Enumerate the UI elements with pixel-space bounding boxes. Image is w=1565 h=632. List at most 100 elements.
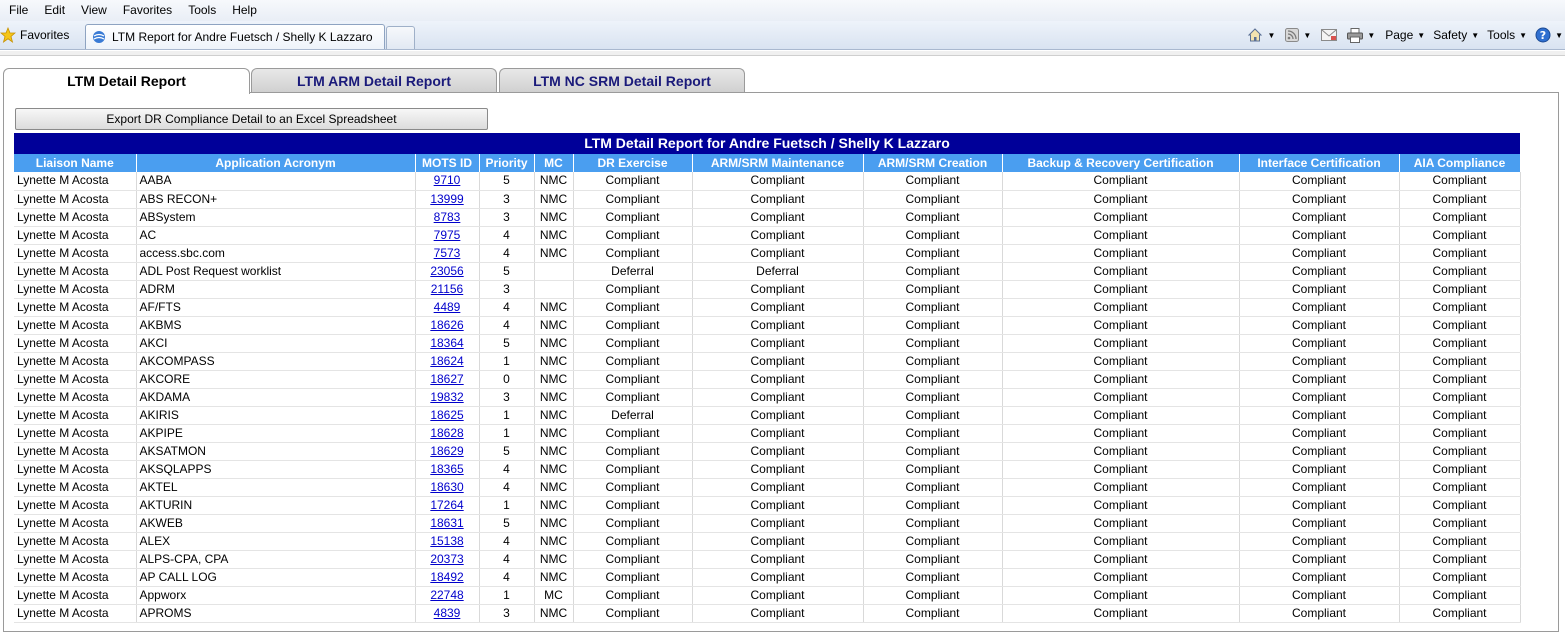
- mots-id-link[interactable]: 8783: [434, 210, 461, 224]
- cell-arm-srm-creation: Compliant: [863, 262, 1003, 281]
- table-row: Lynette M Acosta AKBMS 18626 4 NMC Compliant C…: [14, 316, 1521, 335]
- mots-id-link[interactable]: 18364: [430, 336, 463, 350]
- menu-tools[interactable]: Tools: [180, 0, 224, 21]
- cell-mc: [534, 262, 574, 281]
- cell-mc: NMC: [534, 460, 574, 479]
- mots-id-link[interactable]: 23056: [430, 264, 463, 278]
- menu-file[interactable]: File: [0, 0, 36, 21]
- mots-id-link[interactable]: 19832: [430, 390, 463, 404]
- column-header-backup-recovery-certification[interactable]: Backup & Recovery Certification: [1002, 154, 1240, 172]
- menu-help[interactable]: Help: [224, 0, 265, 21]
- cell-interface-certification: Compliant: [1239, 424, 1400, 443]
- tools-menu-button[interactable]: Tools ▼: [1487, 28, 1527, 42]
- mots-id-link[interactable]: 15138: [430, 534, 463, 548]
- new-tab-button[interactable]: [386, 26, 415, 49]
- mots-id-link[interactable]: 18492: [430, 570, 463, 584]
- table-row: Lynette M Acosta AC 7975 4 NMC Compliant Compl…: [14, 226, 1521, 245]
- cell-backup-recovery-certification: Compliant: [1002, 604, 1240, 623]
- home-button[interactable]: ▼: [1247, 27, 1275, 43]
- tab-ltm-nc-srm-detail-report[interactable]: LTM NC SRM Detail Report: [499, 68, 745, 93]
- menu-favorites[interactable]: Favorites: [115, 0, 180, 21]
- mots-id-link[interactable]: 18626: [430, 318, 463, 332]
- chevron-down-icon[interactable]: ▼: [1303, 31, 1311, 40]
- cell-arm-srm-creation: Compliant: [863, 568, 1003, 587]
- mots-id-link[interactable]: 18624: [430, 354, 463, 368]
- read-mail-button[interactable]: [1321, 29, 1338, 41]
- cell-liaison-name: Lynette M Acosta: [14, 604, 137, 623]
- safety-menu-button[interactable]: Safety ▼: [1433, 28, 1479, 42]
- column-header-aia-compliance[interactable]: AIA Compliance: [1399, 154, 1521, 172]
- cell-application-acronym: AKBMS: [136, 316, 416, 335]
- print-button[interactable]: ▼: [1347, 27, 1375, 43]
- help-button[interactable]: ? ▼: [1535, 27, 1563, 43]
- mots-id-link[interactable]: 18625: [430, 408, 463, 422]
- menu-view[interactable]: View: [73, 0, 115, 21]
- cell-interface-certification: Compliant: [1239, 244, 1400, 263]
- mots-id-link[interactable]: 4839: [434, 606, 461, 620]
- mots-id-link[interactable]: 7975: [434, 228, 461, 242]
- mots-id-link[interactable]: 18629: [430, 444, 463, 458]
- cell-priority: 1: [479, 586, 535, 605]
- favorites-button[interactable]: Favorites: [0, 26, 69, 44]
- feeds-button[interactable]: ▼: [1285, 28, 1311, 42]
- help-icon: ?: [1535, 27, 1551, 43]
- mots-id-link[interactable]: 18630: [430, 480, 463, 494]
- chevron-down-icon[interactable]: ▼: [1367, 31, 1375, 40]
- tab-ltm-arm-detail-report[interactable]: LTM ARM Detail Report: [251, 68, 497, 93]
- column-header-mots-id[interactable]: MOTS ID: [415, 154, 480, 172]
- export-excel-button[interactable]: Export DR Compliance Detail to an Excel …: [15, 108, 488, 130]
- cell-aia-compliance: Compliant: [1399, 406, 1521, 425]
- cell-mots-id: 13999: [415, 190, 480, 209]
- page-menu-button[interactable]: Page ▼: [1385, 28, 1425, 42]
- cell-mc: NMC: [534, 352, 574, 371]
- cell-backup-recovery-certification: Compliant: [1002, 496, 1240, 515]
- mots-id-link[interactable]: 4489: [434, 300, 461, 314]
- column-header-arm-srm-maintenance[interactable]: ARM/SRM Maintenance: [692, 154, 864, 172]
- column-header-dr-exercise[interactable]: DR Exercise: [573, 154, 693, 172]
- column-header-arm-srm-creation[interactable]: ARM/SRM Creation: [863, 154, 1003, 172]
- cell-application-acronym: ABSystem: [136, 208, 416, 227]
- tab-ltm-detail-report[interactable]: LTM Detail Report: [3, 68, 250, 94]
- mots-id-link[interactable]: 22748: [430, 588, 463, 602]
- cell-liaison-name: Lynette M Acosta: [14, 334, 137, 353]
- mots-id-link[interactable]: 18628: [430, 426, 463, 440]
- mots-id-link[interactable]: 13999: [430, 192, 463, 206]
- cell-interface-certification: Compliant: [1239, 388, 1400, 407]
- cell-mc: NMC: [534, 298, 574, 317]
- cell-priority: 1: [479, 406, 535, 425]
- cell-arm-srm-creation: Compliant: [863, 460, 1003, 479]
- mots-id-link[interactable]: 18365: [430, 462, 463, 476]
- cell-dr-exercise: Compliant: [573, 352, 693, 371]
- cell-priority: 3: [479, 208, 535, 227]
- mots-id-link[interactable]: 7573: [434, 246, 461, 260]
- column-header-priority[interactable]: Priority: [479, 154, 535, 172]
- mots-id-link[interactable]: 17264: [430, 498, 463, 512]
- table-row: Lynette M Acosta AKCORE 18627 0 NMC Compliant…: [14, 370, 1521, 389]
- mots-id-link[interactable]: 18631: [430, 516, 463, 530]
- chevron-down-icon[interactable]: ▼: [1267, 31, 1275, 40]
- table-row: Lynette M Acosta AKSQLAPPS 18365 4 NMC Compli…: [14, 460, 1521, 479]
- cell-arm-srm-creation: Compliant: [863, 280, 1003, 299]
- column-header-mc[interactable]: MC: [534, 154, 574, 172]
- cell-application-acronym: ADRM: [136, 280, 416, 299]
- browser-tab-active[interactable]: LTM Report for Andre Fuetsch / Shelly K …: [85, 24, 385, 49]
- cell-dr-exercise: Compliant: [573, 298, 693, 317]
- cell-aia-compliance: Compliant: [1399, 280, 1521, 299]
- cell-mc: NMC: [534, 514, 574, 533]
- column-header-interface-certification[interactable]: Interface Certification: [1239, 154, 1400, 172]
- column-header-application-acronym[interactable]: Application Acronym: [136, 154, 416, 172]
- cell-mc: NMC: [534, 532, 574, 551]
- mots-id-link[interactable]: 9710: [434, 173, 461, 187]
- chevron-down-icon[interactable]: ▼: [1555, 31, 1563, 40]
- mots-id-link[interactable]: 18627: [430, 372, 463, 386]
- mots-id-link[interactable]: 21156: [431, 282, 463, 296]
- cell-backup-recovery-certification: Compliant: [1002, 172, 1240, 191]
- report-title: LTM Detail Report for Andre Fuetsch / Sh…: [14, 133, 1520, 154]
- cell-arm-srm-maintenance: Compliant: [692, 316, 864, 335]
- cell-mc: NMC: [534, 190, 574, 209]
- cell-mc: NMC: [534, 244, 574, 263]
- menu-edit[interactable]: Edit: [36, 0, 73, 21]
- mots-id-link[interactable]: 20373: [430, 552, 463, 566]
- column-header-liaison-name[interactable]: Liaison Name: [14, 154, 137, 172]
- cell-liaison-name: Lynette M Acosta: [14, 514, 137, 533]
